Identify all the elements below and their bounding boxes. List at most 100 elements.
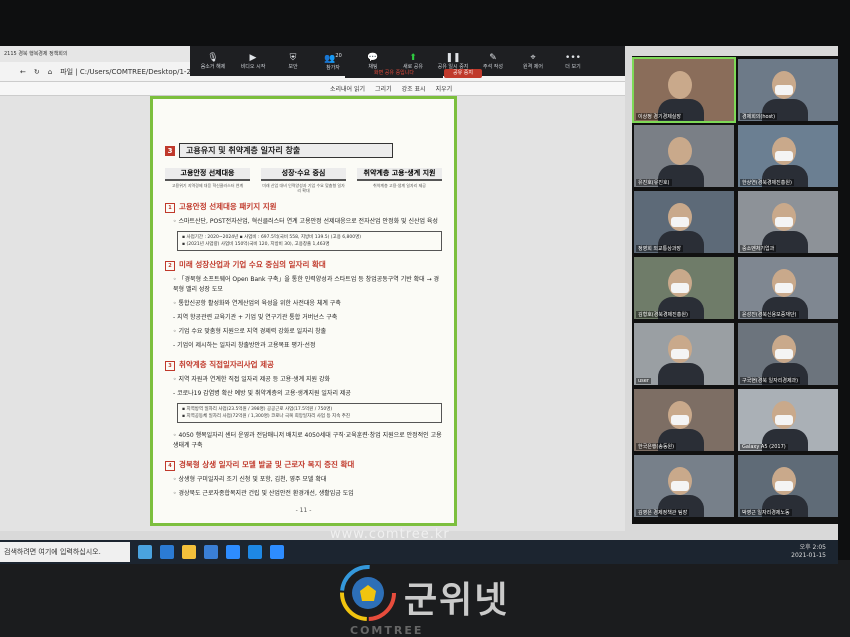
ie-icon[interactable] xyxy=(248,545,262,559)
video-icon: ▶ xyxy=(249,52,257,63)
taskview-icon[interactable] xyxy=(138,545,152,559)
participant-tile[interactable]: 구국현(경북 일자리경제과) xyxy=(738,323,838,385)
participant-tile[interactable]: 정영희 외교통상과장 xyxy=(634,191,734,253)
read-aloud-button[interactable]: 소리내어 읽기 xyxy=(330,84,365,93)
participant-name: 경제회의(host) xyxy=(740,113,778,120)
strategy-head: 취약계층 고용·생계 지원 취약계층 고용·생계 일자리 제공 xyxy=(357,168,442,193)
doc-bullet: - 기업이 제시하는 일자리 창출방안과 고용목표 평가·선정 xyxy=(173,342,316,349)
mic-muted-icon: 🎙 xyxy=(207,52,219,63)
doc-item: ◦ 4050 행복일자리 센터 운영과 전담매니저 배치로 4050세대 구직·… xyxy=(165,431,442,451)
participant-face xyxy=(668,71,692,99)
refresh-icon[interactable]: ↻ xyxy=(34,68,40,76)
participants-icon: 👥20 xyxy=(324,53,342,64)
participant-tile[interactable]: 경제회의(host) xyxy=(738,59,838,121)
doc-bullet: ◦ 상생형 구미일자리 조기 신청 및 포항, 김천, 영주 모델 확대 xyxy=(173,476,327,483)
participant-name: 중소벤처기업과 xyxy=(740,245,777,252)
remote-control-button[interactable]: ⌖ 원격 제어 xyxy=(514,47,552,75)
doc-info-line: ▪ (2021년 사업량) 사업비 150억(국비 120, 지방비 30), … xyxy=(182,242,330,247)
section-title: 고용유지 및 취약계층 일자리 창출 xyxy=(179,143,393,158)
doc-item-title-text: 취약계층 직접일자리사업 제공 xyxy=(179,360,274,369)
taskbar-search-input[interactable]: 검색하려면 여기에 입력하십시오. xyxy=(0,542,130,562)
watermark-logo xyxy=(340,565,396,621)
section-header: 3 고용유지 및 취약계층 일자리 창출 xyxy=(165,143,442,158)
taskbar: 검색하려면 여기에 입력하십시오. 오후 2:05 2021-01-15 xyxy=(0,540,838,564)
participant-tile[interactable]: 김영은 경제정책관 팀장 xyxy=(634,455,734,517)
more-button[interactable]: ••• 더 보기 xyxy=(554,47,592,75)
participant-tile[interactable]: user xyxy=(634,323,734,385)
mail-icon[interactable] xyxy=(226,545,240,559)
document-page: 3 고용유지 및 취약계층 일자리 창출 고용안정 선제대응 고용위기 지역경제 … xyxy=(150,96,457,526)
strategy-heads: 고용안정 선제대응 고용위기 지역경제 대응 혁신클러스터 연계 성장·수요 중심… xyxy=(165,168,442,193)
participant-tile[interactable]: 중소벤처기업과 xyxy=(738,191,838,253)
doc-info-line: ▪ 지역공동체 일자리 사업(72억원 / 1,300명) 코로나 극복 희망일… xyxy=(182,414,351,419)
participant-tile[interactable]: Galaxy A5 (2017) xyxy=(738,389,838,451)
participant-mask xyxy=(671,349,689,359)
participant-mask xyxy=(671,481,689,491)
participant-mask xyxy=(671,217,689,227)
participant-name: 정영희 외교통상과장 xyxy=(636,245,683,252)
participant-gallery: 이상정 경기경제실장 경제회의(host) 유진호(유진호) 한상연(경북경제진흥원)… xyxy=(632,56,838,524)
participant-mask xyxy=(775,217,793,227)
participant-mask xyxy=(775,481,793,491)
participant-name: 김형호(경북경제진흥원) xyxy=(636,311,690,318)
start-video-button[interactable]: ▶ 비디오 시작 xyxy=(234,47,272,75)
watermark-text: 군위넷 xyxy=(404,580,510,621)
security-button[interactable]: ⛨ 보안 xyxy=(274,47,312,75)
stop-share-button[interactable]: 공유 중지 xyxy=(444,69,482,78)
strategy-head: 고용안정 선제대응 고용위기 지역경제 대응 혁신클러스터 연계 xyxy=(165,168,250,193)
doc-info-line: ▪ 지역방역 일자리 사업(23.5억원 / 398명) 공공근로 사업(17.… xyxy=(182,407,333,412)
participant-name: 이상정 경기경제실장 xyxy=(636,113,683,120)
participant-name: 윤성진(경북신용보증재단) xyxy=(740,311,799,318)
doc-item: 4 경북형 상생 일자리 모델 발굴 및 근로자 복지 증진 확대 ◦ 상생형 구미… xyxy=(165,459,442,499)
unmute-button[interactable]: 🎙 음소거 해제 xyxy=(194,47,232,75)
page-number: - 11 - xyxy=(295,507,312,514)
participant-tile[interactable]: 박영근 일자리경제노동 xyxy=(738,455,838,517)
participant-tile[interactable]: 윤성진(경북신용보증재단) xyxy=(738,257,838,319)
participant-mask xyxy=(775,283,793,293)
doc-bullet: ◦ 지역 자원과 연계한 직접 일자리 제공 등 고용·생계 지원 강화 xyxy=(173,376,330,383)
browser-tab[interactable]: 2115 경북 행복경제 정책회의 xyxy=(0,46,190,62)
participant-tile[interactable]: 한국은행(송동원) xyxy=(634,389,734,451)
remote-icon: ⌖ xyxy=(530,52,536,63)
doc-item: 2 미래 성장산업과 기업 수요 중심의 일자리 확대 ◦ 「경북형 소프트웨어 O… xyxy=(165,259,442,351)
store-icon[interactable] xyxy=(204,545,218,559)
participant-name: 한상연(경북경제진흥원) xyxy=(740,179,794,186)
chat-icon: 💬 xyxy=(367,52,379,63)
participant-face xyxy=(668,137,692,165)
draw-button[interactable]: 그리기 xyxy=(375,84,392,93)
system-clock[interactable]: 오후 2:05 2021-01-15 xyxy=(791,544,826,560)
doc-item-number: 4 xyxy=(165,461,175,471)
erase-button[interactable]: 지우기 xyxy=(436,84,453,93)
participant-body xyxy=(658,363,704,385)
highlight-button[interactable]: 강조 표시 xyxy=(402,84,426,93)
folder-icon[interactable] xyxy=(182,545,196,559)
participant-tile[interactable]: 김형호(경북경제진흥원) xyxy=(634,257,734,319)
doc-bullet: ◦ 「경북형 소프트웨어 Open Bank 구축」을 통한 인력양성과 스타트… xyxy=(173,276,440,293)
participant-mask xyxy=(775,349,793,359)
participant-name: 박영근 일자리경제노동 xyxy=(740,509,792,516)
doc-item-title: 1 고용안정 선제대응 패키지 지원 xyxy=(165,201,442,213)
participant-mask xyxy=(775,415,793,425)
doc-item-title: 2 미래 성장산업과 기업 수요 중심의 일자리 확대 xyxy=(165,259,442,271)
edge-icon[interactable] xyxy=(160,545,174,559)
participant-mask xyxy=(671,283,689,293)
participant-tile[interactable]: 이상정 경기경제실장 xyxy=(632,57,736,123)
doc-bullet: - 코로나19 감염병 확산 예방 및 취약계층의 고용·생계지원 일자리 제공 xyxy=(173,390,351,397)
home-icon[interactable]: ⌂ xyxy=(48,68,52,76)
participant-mask xyxy=(775,85,793,95)
section-number: 3 xyxy=(165,145,175,156)
zoom-app-icon[interactable] xyxy=(270,545,284,559)
doc-item-title: 3 취약계층 직접일자리사업 제공 xyxy=(165,359,442,371)
doc-info-line: ▪ 사업기간 : 2020~2024년 ▪ 사업비 : 697.5억(국비 55… xyxy=(182,235,362,240)
pdf-toolbar: 소리내어 읽기 그리기 강조 표시 지우기 xyxy=(0,82,625,96)
annotate-icon: ✎ xyxy=(489,52,497,63)
participant-name: 김영은 경제정책관 팀장 xyxy=(636,509,690,516)
doc-item-title-text: 고용안정 선제대응 패키지 지원 xyxy=(179,202,277,211)
doc-info-box: ▪ 지역방역 일자리 사업(23.5억원 / 398명) 공공근로 사업(17.… xyxy=(177,403,442,423)
back-icon[interactable]: ← xyxy=(20,68,26,76)
doc-item-number: 2 xyxy=(165,261,175,271)
participant-tile[interactable]: 유진호(유진호) xyxy=(634,125,734,187)
participant-tile[interactable]: 한상연(경북경제진흥원) xyxy=(738,125,838,187)
sharing-status: 화면 공유 중입니다 xyxy=(345,69,443,78)
participant-mask xyxy=(671,415,689,425)
